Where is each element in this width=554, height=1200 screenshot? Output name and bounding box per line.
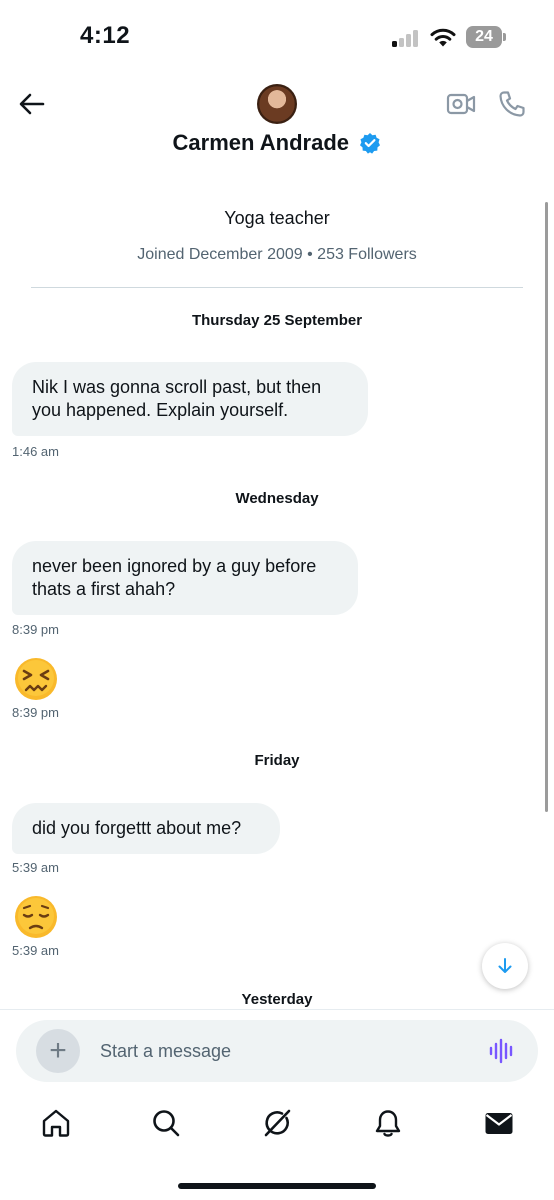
contact-name: Carmen Andrade [172, 130, 349, 155]
message-bubble[interactable]: did you forgettt about me? [12, 803, 280, 854]
confounded-face-emoji-icon[interactable] [14, 657, 58, 701]
battery-level: 24 [466, 26, 502, 48]
video-call-icon[interactable] [446, 91, 476, 117]
contact-header[interactable]: Carmen Andrade [0, 130, 554, 156]
signal-icon [392, 29, 422, 47]
date-separator: Wednesday [235, 490, 319, 507]
profile-bio: Yoga teacher [224, 208, 330, 228]
verified-badge-icon [360, 133, 381, 154]
home-indicator[interactable] [178, 1183, 376, 1189]
message-timestamp: 8:39 pm [12, 705, 59, 720]
messages-icon[interactable] [484, 1108, 514, 1138]
bottom-nav [0, 1100, 554, 1160]
message-bubble[interactable]: Nik I was gonna scroll past, but then yo… [12, 362, 368, 436]
message-timestamp: 1:46 am [12, 444, 59, 459]
avatar[interactable] [257, 84, 297, 124]
status-bar: 4:12 24 [0, 0, 554, 70]
divider [0, 1009, 554, 1010]
home-icon[interactable] [41, 1108, 71, 1138]
back-arrow-icon[interactable] [16, 88, 48, 120]
message-composer: + [16, 1020, 538, 1082]
date-separator: Yesterday [241, 991, 313, 1008]
wifi-icon [430, 28, 456, 47]
message-timestamp: 5:39 am [12, 860, 59, 875]
voice-message-icon[interactable] [488, 1038, 516, 1064]
plus-icon: + [49, 1034, 67, 1067]
message-timestamp: 5:39 am [12, 943, 59, 958]
scroll-to-bottom-button[interactable] [482, 943, 528, 989]
status-time: 4:12 [80, 22, 131, 49]
pensive-face-emoji-icon[interactable] [14, 895, 58, 939]
scrollbar[interactable] [545, 202, 548, 812]
arrow-down-icon [498, 958, 512, 973]
grok-icon[interactable] [262, 1108, 292, 1138]
battery-icon: 24 [466, 26, 506, 48]
message-input[interactable] [100, 1034, 460, 1068]
message-timestamp: 8:39 pm [12, 622, 59, 637]
divider [31, 287, 523, 288]
add-media-button[interactable]: + [36, 1029, 80, 1073]
phone-call-icon[interactable] [498, 90, 526, 118]
message-bubble[interactable]: never been ignored by a guy before thats… [12, 541, 358, 615]
notifications-icon[interactable] [373, 1108, 403, 1138]
search-icon[interactable] [151, 1108, 181, 1138]
profile-joined: Joined December 2009 • 253 Followers [137, 246, 417, 263]
date-separator: Friday [254, 752, 300, 769]
date-separator: Thursday 25 September [191, 312, 363, 329]
